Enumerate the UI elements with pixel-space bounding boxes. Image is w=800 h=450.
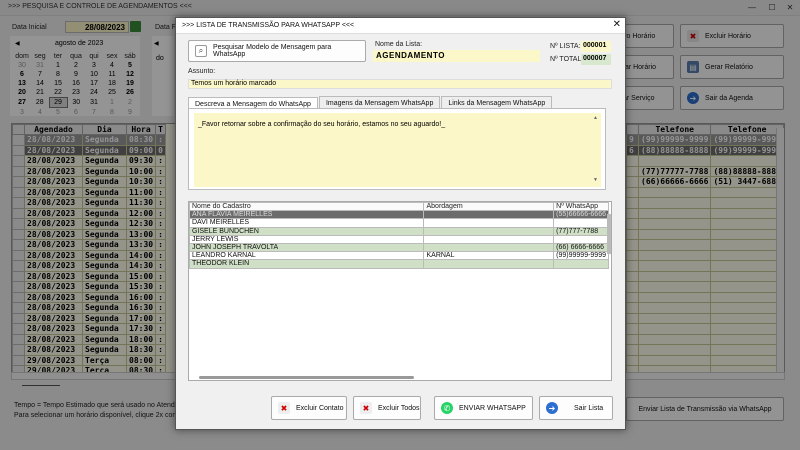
contact-name: THEODOR KLEIN xyxy=(189,259,425,269)
dialog-title: >>> LISTA DE TRANSMISSÃO PARA WHATSAPP <… xyxy=(176,18,625,34)
contact-abordagem xyxy=(423,210,555,220)
delete-contact-icon: ✖ xyxy=(278,402,290,414)
contacts-v-scrollbar[interactable] xyxy=(607,214,611,254)
nome-lista-field[interactable]: AGENDAMENTO xyxy=(373,50,540,62)
contact-abordagem: KARNAL xyxy=(423,251,555,261)
list-item[interactable]: THEODOR KLEIN xyxy=(189,259,609,269)
list-item[interactable]: JERRY LEWIS xyxy=(189,234,609,244)
whatsapp-broadcast-dialog: >>> LISTA DE TRANSMISSÃO PARA WHATSAPP <… xyxy=(175,17,626,430)
contact-name: DAVI MEIRELLES xyxy=(189,218,425,228)
enviar-whatsapp-label: ENVIAR WHATSAPP xyxy=(459,404,526,412)
list-item[interactable]: ANA FLAVIA MEIRELLES (55)66666-6666 xyxy=(189,210,609,220)
contacts-h-scrollbar[interactable] xyxy=(199,376,414,379)
contact-name: JOHN JOSEPH TRAVOLTA xyxy=(189,242,425,253)
contact-abordagem xyxy=(423,242,555,253)
exit-arrow-icon: ➔ xyxy=(546,402,558,414)
contact-whatsapp: (55)66666-6666 xyxy=(553,210,609,220)
sair-lista-label: Sair Lista xyxy=(574,404,604,412)
excluir-contato-label: Excluir Contato xyxy=(296,404,344,412)
contact-abordagem xyxy=(423,226,555,236)
contact-whatsapp xyxy=(553,234,609,244)
assunto-label: Assunto: xyxy=(188,68,216,75)
assunto-field[interactable]: Temos um horário marcado xyxy=(188,79,612,89)
contact-whatsapp xyxy=(553,218,609,228)
contact-whatsapp: (99)99999-9999 xyxy=(553,251,609,261)
list-item[interactable]: GISELE BUNDCHEN (77)777-7788 xyxy=(189,226,609,236)
list-item[interactable]: DAVI MEIRELLES xyxy=(189,218,609,228)
excluir-todos-label: Excluir Todos xyxy=(378,404,420,412)
contact-abordagem xyxy=(423,234,555,244)
dialog-close-icon[interactable]: ✕ xyxy=(613,19,621,30)
contact-abordagem xyxy=(423,259,555,269)
scroll-up-icon[interactable]: ▲ xyxy=(593,115,598,121)
whatsapp-icon: ✆ xyxy=(441,402,453,414)
n-lista-value: 000001 xyxy=(581,41,611,52)
contact-abordagem xyxy=(423,218,555,228)
tab-panel: _Favor retornar sobre a confirmação do s… xyxy=(188,108,606,190)
n-total-label: Nº TOTAL: xyxy=(550,56,584,63)
excluir-todos-button[interactable]: ✖ Excluir Todos xyxy=(353,396,421,420)
contacts-list: Nome do Cadastro Abordagem Nº WhatsApp ANA… xyxy=(188,201,612,381)
excluir-contato-button[interactable]: ✖ Excluir Contato xyxy=(271,396,347,420)
contact-whatsapp: (77)777-7788 xyxy=(553,226,609,236)
column-header[interactable]: Nº WhatsApp xyxy=(553,202,609,212)
column-header[interactable]: Nome do Cadastro xyxy=(189,202,425,212)
contact-name: LEANDRO KARNAL xyxy=(189,251,425,261)
search-icon: ⌕ xyxy=(195,45,207,57)
delete-all-icon: ✖ xyxy=(360,402,372,414)
n-total-value: 000007 xyxy=(581,54,611,65)
contact-name: GISELE BUNDCHEN xyxy=(189,226,425,236)
contact-whatsapp: (66) 6666-6666 xyxy=(553,242,609,253)
message-textarea[interactable]: _Favor retornar sobre a confirmação do s… xyxy=(194,113,601,187)
n-lista-label: Nº LISTA: xyxy=(550,43,581,50)
scroll-down-icon[interactable]: ▼ xyxy=(593,177,598,183)
nome-lista-label: Nome da Lista: xyxy=(375,41,423,48)
search-template-label: Pesquisar Modelo de Mensagem para WhatsA… xyxy=(213,44,332,58)
contact-name: ANA FLAVIA MEIRELLES xyxy=(189,210,425,220)
list-item[interactable]: JOHN JOSEPH TRAVOLTA (66) 6666-6666 xyxy=(189,242,609,253)
list-item[interactable]: LEANDRO KARNAL KARNAL (99)99999-9999 xyxy=(189,251,609,261)
search-template-button[interactable]: ⌕ Pesquisar Modelo de Mensagem para What… xyxy=(188,40,366,62)
contact-whatsapp xyxy=(553,259,609,269)
contact-name: JERRY LEWIS xyxy=(189,234,425,244)
sair-lista-button[interactable]: ➔ Sair Lista xyxy=(539,396,613,420)
enviar-whatsapp-button[interactable]: ✆ ENVIAR WHATSAPP xyxy=(434,396,533,420)
column-header[interactable]: Abordagem xyxy=(423,202,555,212)
